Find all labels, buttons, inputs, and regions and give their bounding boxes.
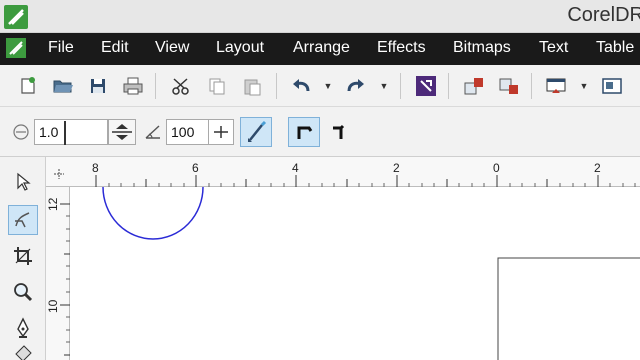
page-border <box>497 257 640 360</box>
freehand-tool-icon[interactable] <box>8 205 38 235</box>
pressure-pen-toggle[interactable] <box>240 117 272 147</box>
ruler-label: 2 <box>594 161 601 175</box>
redo-icon[interactable] <box>344 74 368 98</box>
menu-file[interactable]: File <box>48 39 74 57</box>
menu-bitmaps[interactable]: Bitmaps <box>453 39 511 57</box>
crop-tool-icon[interactable] <box>8 241 38 271</box>
ruler-label: 0 <box>493 161 500 175</box>
import-icon[interactable] <box>462 74 486 98</box>
semicircle-curve <box>102 187 204 240</box>
application-launcher-icon[interactable] <box>544 74 568 98</box>
vertical-ruler-ticks <box>60 203 70 356</box>
outline-spinner[interactable] <box>108 119 136 145</box>
smoothing-icon <box>143 123 163 141</box>
vertical-ruler[interactable]: 12 10 <box>46 187 70 360</box>
menu-layout[interactable]: Layout <box>216 39 264 57</box>
smart-fill-tool-icon[interactable] <box>8 345 38 360</box>
menu-effects[interactable]: Effects <box>377 39 426 57</box>
ruler-label: 6 <box>192 161 199 175</box>
ruler-label: 4 <box>292 161 299 175</box>
ruler-label: 12 <box>46 197 60 211</box>
window-title: CorelDR <box>567 4 640 26</box>
canvas-drawing <box>102 187 640 360</box>
print-icon[interactable] <box>121 74 145 98</box>
copy-icon[interactable] <box>205 74 229 98</box>
property-bar <box>0 107 640 157</box>
new-document-icon[interactable] <box>16 74 40 98</box>
save-icon[interactable] <box>86 74 110 98</box>
launcher-dropdown-chevron-down-icon[interactable]: ▼ <box>578 74 590 98</box>
menu-bar: File Edit View Layout Arrange Effects Bi… <box>0 33 640 65</box>
paste-icon[interactable] <box>240 74 264 98</box>
horizontal-ruler-ticks <box>95 175 636 187</box>
ruler-label: 10 <box>46 299 60 313</box>
text-cursor-icon <box>64 121 66 145</box>
ruler-label: 8 <box>92 161 99 175</box>
menu-table[interactable]: Table <box>596 39 634 57</box>
search-content-icon[interactable] <box>414 74 438 98</box>
drawing-canvas[interactable] <box>70 187 640 360</box>
toolbar-separator <box>448 73 449 99</box>
zoom-tool-magnifier-icon[interactable] <box>8 277 38 307</box>
redo-dropdown-chevron-down-icon[interactable]: ▼ <box>378 74 390 98</box>
outline-width-icon <box>12 123 30 141</box>
ruler-label: 2 <box>393 161 400 175</box>
cusp-node-button[interactable] <box>288 117 320 147</box>
pick-tool-arrow-icon[interactable] <box>8 167 38 197</box>
cut-scissors-icon[interactable] <box>169 74 193 98</box>
undo-icon[interactable] <box>289 74 313 98</box>
toolbar-separator <box>531 73 532 99</box>
smoothing-slider-button[interactable] <box>208 119 234 145</box>
document-menu-icon[interactable] <box>6 38 26 58</box>
toolbar-separator <box>155 73 156 99</box>
menu-arrange[interactable]: Arrange <box>293 39 350 57</box>
menu-view[interactable]: View <box>155 39 189 57</box>
menu-edit[interactable]: Edit <box>101 39 129 57</box>
undo-dropdown-chevron-down-icon[interactable]: ▼ <box>322 74 334 98</box>
toolbar-separator <box>400 73 401 99</box>
menu-text[interactable]: Text <box>539 39 568 57</box>
title-bar: CorelDR <box>0 0 640 33</box>
horizontal-ruler[interactable]: 8 6 4 2 0 2 <box>46 157 640 187</box>
toolbar-separator <box>276 73 277 99</box>
outline-width-input[interactable] <box>34 119 108 145</box>
coreldraw-logo-icon <box>4 5 28 29</box>
export-icon[interactable] <box>497 74 521 98</box>
standard-toolbar: ▼ ▼ ▼ <box>0 65 640 107</box>
toolbox <box>0 157 46 360</box>
smooth-node-button[interactable] <box>326 119 354 145</box>
smoothing-input[interactable] <box>166 119 208 145</box>
welcome-screen-icon[interactable] <box>600 74 624 98</box>
pen-tool-icon[interactable] <box>8 313 38 343</box>
open-folder-icon[interactable] <box>51 74 75 98</box>
